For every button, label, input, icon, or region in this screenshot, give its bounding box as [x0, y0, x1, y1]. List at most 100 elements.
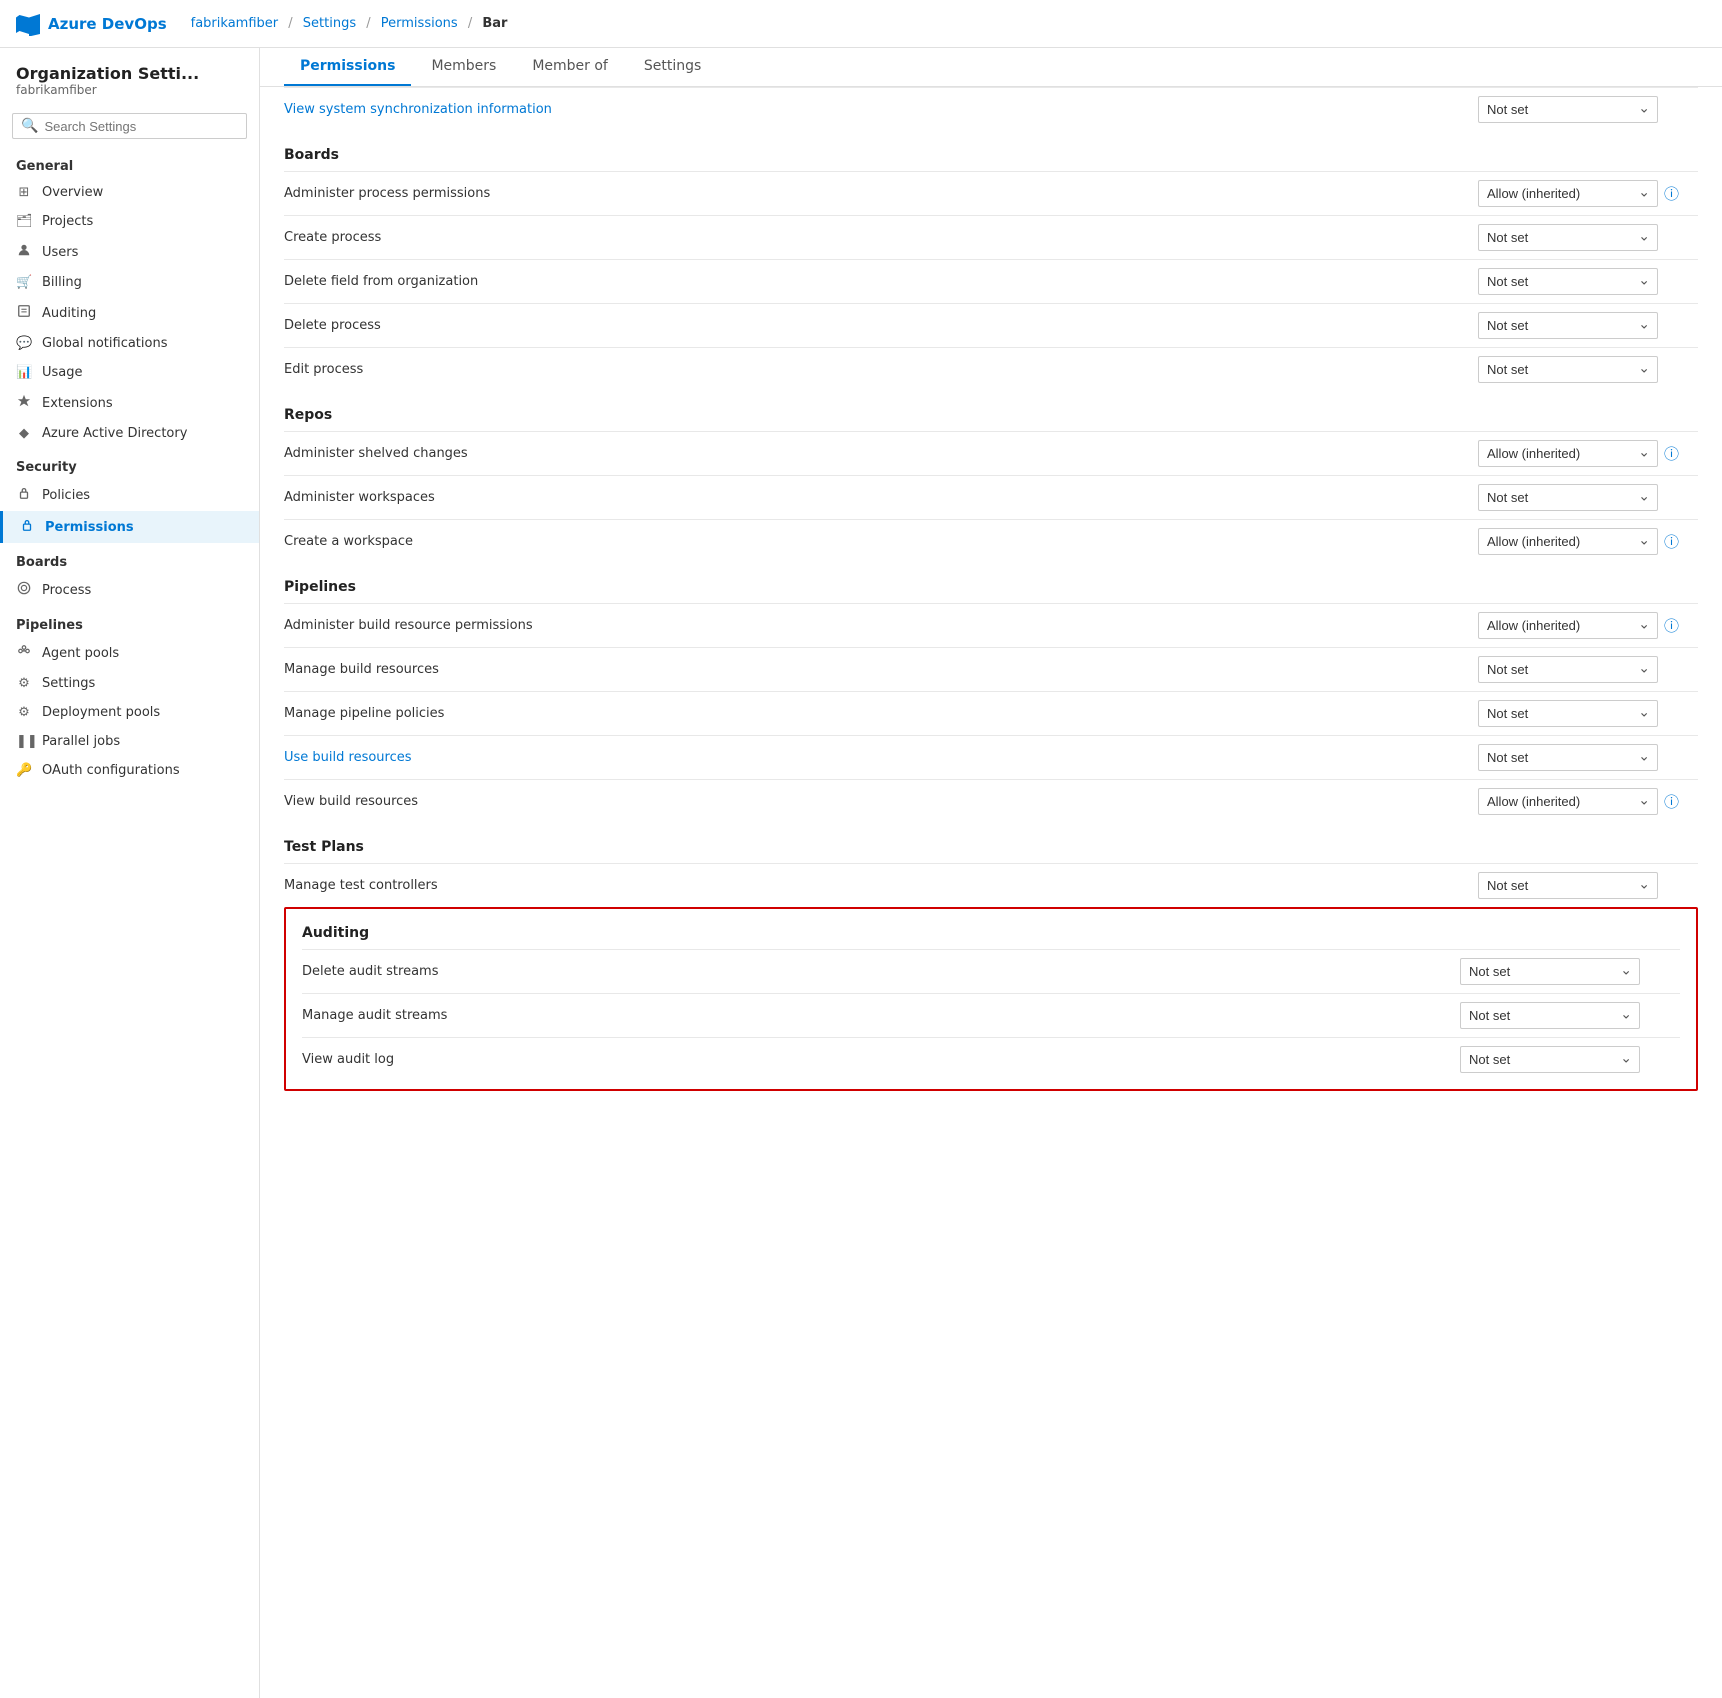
select-wrapper[interactable]: Not set Allow Allow (inherited) Deny [1478, 700, 1658, 727]
select-wrapper[interactable]: Not set Allow Allow (inherited) Deny [1478, 656, 1658, 683]
sidebar-item-billing[interactable]: 🛒 Billing [0, 268, 259, 297]
select-wrapper[interactable]: Not set Allow Allow (inherited) Deny [1478, 872, 1658, 899]
section-boards: Boards Administer process permissions Al… [284, 131, 1698, 391]
sidebar-item-oauth[interactable]: 🔑 OAuth configurations [0, 756, 259, 785]
perm-select[interactable]: Not set Allow Allow (inherited) Deny [1478, 312, 1658, 339]
perm-select[interactable]: Not set Allow Allow (inherited) Deny [1478, 224, 1658, 251]
info-icon[interactable]: ⓘ [1664, 791, 1679, 812]
info-icon[interactable]: ⓘ [1664, 615, 1679, 636]
sidebar-item-users[interactable]: Users [0, 236, 259, 268]
perm-select[interactable]: Not set Allow Allow (inherited) Deny [1460, 958, 1640, 985]
select-wrapper[interactable]: Allow (inherited) Not set Allow Deny [1478, 788, 1658, 815]
perm-select[interactable]: Not set Allow Allow (inherited) Deny [1478, 700, 1658, 727]
perm-row: Administer shelved changes Allow (inheri… [284, 431, 1698, 475]
breadcrumb-item-1[interactable]: fabrikamfiber [191, 16, 278, 31]
section-pipelines: Pipelines Administer build resource perm… [284, 563, 1698, 823]
perm-select[interactable]: Not set Allow Allow (inherited) Deny [1478, 484, 1658, 511]
perm-select[interactable]: Not set Allow Allow (inherited) Deny [1478, 872, 1658, 899]
select-wrapper[interactable]: Not set Allow Allow (inherited) Deny [1478, 96, 1658, 123]
sidebar-item-settings[interactable]: ⚙ Settings [0, 669, 259, 698]
select-wrapper[interactable]: Not set Allow Allow (inherited) Deny [1460, 1046, 1640, 1073]
perm-select[interactable]: Not set Allow Allow (inherited) Deny [1478, 356, 1658, 383]
logo[interactable]: Azure DevOps [16, 12, 167, 36]
sidebar-item-overview[interactable]: ⊞ Overview [0, 178, 259, 207]
select-wrapper[interactable]: Not set Allow Allow (inherited) Deny [1478, 484, 1658, 511]
sidebar-item-deployment[interactable]: ⚙ Deployment pools [0, 698, 259, 727]
perm-select[interactable]: Not set Allow Allow (inherited) Deny [1478, 656, 1658, 683]
perm-row: Delete audit streams Not set Allow Allow… [302, 949, 1680, 993]
perm-row: Administer workspaces Not set Allow Allo… [284, 475, 1698, 519]
select-wrapper[interactable]: Not set Allow Allow (inherited) Deny [1478, 356, 1658, 383]
perm-select[interactable]: Not set Allow Allow (inherited) Deny [1478, 96, 1658, 123]
users-icon [16, 243, 32, 261]
select-wrapper[interactable]: Not set Allow Allow (inherited) Deny [1478, 744, 1658, 771]
select-wrapper[interactable]: Not set Allow Allow (inherited) Deny [1478, 224, 1658, 251]
perm-row: Create process Not set Allow Allow (inhe… [284, 215, 1698, 259]
perm-select-wrap: Not set Allow Allow (inherited) Deny [1460, 1046, 1680, 1073]
perm-row: Manage pipeline policies Not set Allow A… [284, 691, 1698, 735]
breadcrumb-sep-2: / [366, 16, 370, 31]
sidebar-item-parallel[interactable]: ❚❚ Parallel jobs [0, 727, 259, 756]
search-input[interactable] [44, 119, 238, 134]
info-icon[interactable]: ⓘ [1664, 531, 1679, 552]
projects-icon: 🗂 [16, 214, 32, 229]
sidebar-item-permissions[interactable]: Permissions [0, 511, 259, 543]
select-wrapper[interactable]: Not set Allow Allow (inherited) Deny [1478, 268, 1658, 295]
perm-select[interactable]: Not set Allow Allow (inherited) Deny [1478, 744, 1658, 771]
info-icon[interactable]: ⓘ [1664, 443, 1679, 464]
sidebar-item-label: Process [42, 583, 91, 598]
perm-name: View audit log [302, 1052, 1452, 1067]
breadcrumb: fabrikamfiber / Settings / Permissions /… [191, 16, 508, 31]
perm-name: Administer build resource permissions [284, 618, 1470, 633]
overview-icon: ⊞ [16, 185, 32, 200]
perm-row: View build resources Allow (inherited) N… [284, 779, 1698, 823]
perm-select[interactable]: Not set Allow Allow (inherited) Deny [1478, 268, 1658, 295]
sidebar-item-extensions[interactable]: Extensions [0, 387, 259, 419]
section-auditing: Auditing Delete audit streams Not set Al… [284, 907, 1698, 1091]
sidebar-item-aad[interactable]: ◆ Azure Active Directory [0, 419, 259, 448]
perm-select-wrap: Allow (inherited) Not set Allow Deny ⓘ [1478, 180, 1698, 207]
oauth-icon: 🔑 [16, 763, 32, 778]
perm-select[interactable]: Allow (inherited) Not set Allow Deny [1478, 180, 1658, 207]
breadcrumb-item-3[interactable]: Permissions [381, 16, 458, 31]
sidebar-item-process[interactable]: Process [0, 574, 259, 606]
perm-select[interactable]: Allow (inherited) Not set Allow Deny [1478, 440, 1658, 467]
select-wrapper[interactable]: Not set Allow Allow (inherited) Deny [1460, 1002, 1640, 1029]
sidebar-item-label: Deployment pools [42, 705, 160, 720]
perm-select[interactable]: Not set Allow Allow (inherited) Deny [1460, 1046, 1640, 1073]
perm-select[interactable]: Allow (inherited) Not set Allow Deny [1478, 788, 1658, 815]
perm-name: View system synchronization information [284, 102, 1470, 117]
select-wrapper[interactable]: Allow (inherited) Not set Allow Deny [1478, 440, 1658, 467]
select-wrapper[interactable]: Not set Allow Allow (inherited) Deny [1478, 312, 1658, 339]
perm-select[interactable]: Allow (inherited) Not set Allow Deny [1478, 528, 1658, 555]
select-wrapper[interactable]: Not set Allow Allow (inherited) Deny [1460, 958, 1640, 985]
select-wrapper[interactable]: Allow (inherited) Not set Allow Deny [1478, 612, 1658, 639]
parallel-icon: ❚❚ [16, 734, 32, 749]
agentpools-icon [16, 644, 32, 662]
select-wrapper[interactable]: Allow (inherited) Not set Allow Deny [1478, 180, 1658, 207]
content-area: View system synchronization information … [260, 87, 1722, 1698]
extensions-icon [16, 394, 32, 412]
sidebar-item-usage[interactable]: 📊 Usage [0, 358, 259, 387]
info-icon[interactable]: ⓘ [1664, 183, 1679, 204]
perm-select[interactable]: Allow (inherited) Not set Allow Deny [1478, 612, 1658, 639]
usage-icon: 📊 [16, 365, 32, 380]
select-wrapper[interactable]: Allow (inherited) Not set Allow Deny [1478, 528, 1658, 555]
tab-permissions[interactable]: Permissions [284, 48, 411, 86]
sidebar-item-projects[interactable]: 🗂 Projects [0, 207, 259, 236]
tab-members[interactable]: Members [415, 48, 512, 86]
permissions-icon [19, 518, 35, 536]
perm-select-wrap: Not set Allow Allow (inherited) Deny [1478, 872, 1698, 899]
breadcrumb-item-2[interactable]: Settings [303, 16, 356, 31]
tab-member-of[interactable]: Member of [516, 48, 624, 86]
perm-row: Delete field from organization Not set A… [284, 259, 1698, 303]
sidebar-item-notifications[interactable]: 💬 Global notifications [0, 329, 259, 358]
sidebar-item-agentpools[interactable]: Agent pools [0, 637, 259, 669]
perm-select[interactable]: Not set Allow Allow (inherited) Deny [1460, 1002, 1640, 1029]
sidebar-item-policies[interactable]: Policies [0, 479, 259, 511]
perm-name: Use build resources [284, 750, 1470, 765]
search-box[interactable]: 🔍 [12, 113, 247, 139]
tab-settings[interactable]: Settings [628, 48, 717, 86]
sidebar-item-auditing[interactable]: Auditing [0, 297, 259, 329]
notifications-icon: 💬 [16, 336, 32, 351]
